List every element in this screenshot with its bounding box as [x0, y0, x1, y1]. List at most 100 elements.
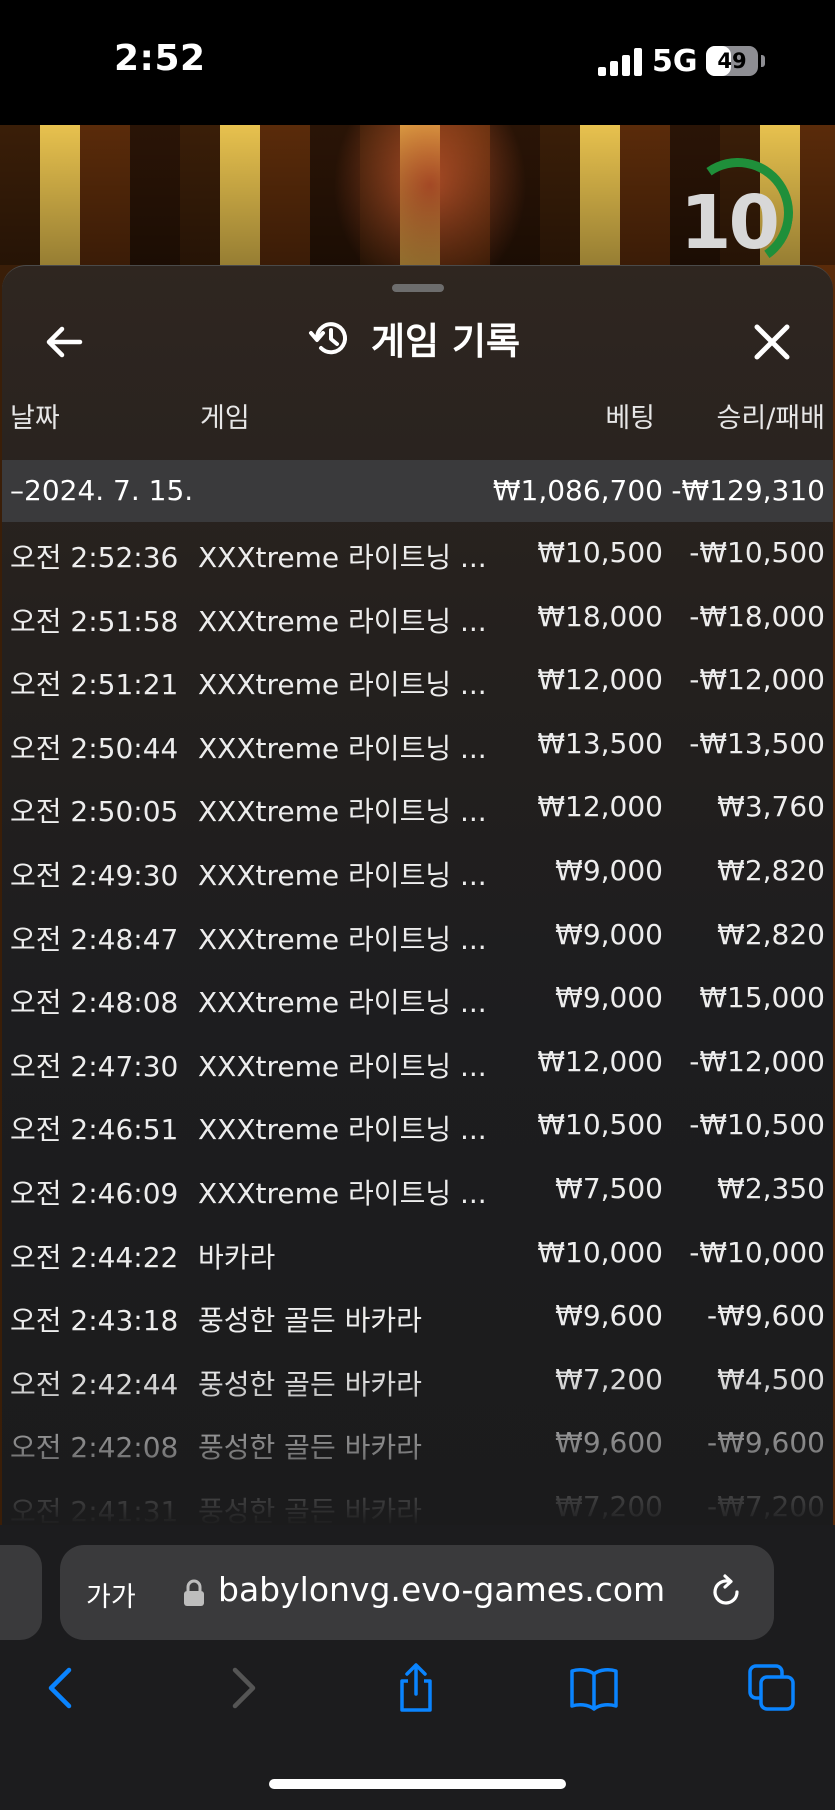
summary-date: –2024. 7. 15. [10, 474, 194, 507]
row-time: 오전 2:50:44 [10, 731, 179, 765]
row-result: ₩4,500 [717, 1362, 825, 1396]
row-bet: ₩9,000 [555, 917, 663, 951]
row-game: 풍성한 골든 바카라 [198, 1304, 422, 1338]
panel-title: 게임 기록 [371, 320, 521, 363]
row-result: -₩10,000 [689, 1235, 825, 1269]
row-result: ₩3,760 [717, 790, 825, 824]
table-header: 날짜 게임 베팅 승리/패배 [2, 396, 833, 446]
battery-tip [761, 55, 765, 67]
row-game: XXXtreme 라이트닝 ... [198, 922, 487, 956]
history-list[interactable]: 오전 2:52:36 XXXtreme 라이트닝 ... ₩10,500 -₩10,5… [2, 522, 833, 1526]
row-bet: ₩13,500 [537, 726, 663, 760]
summary-total-result: -₩129,310 [671, 474, 825, 507]
row-bet: ₩12,000 [537, 663, 663, 697]
tabs-icon[interactable] [746, 1662, 798, 1714]
row-game: XXXtreme 라이트닝 ... [198, 604, 487, 638]
battery-icon: 49 [706, 46, 758, 76]
table-row[interactable]: 오전 2:47:30 XXXtreme 라이트닝 ... ₩12,000 -₩12,0… [2, 1031, 833, 1095]
table-row[interactable]: 오전 2:43:18 풍성한 골든 바카라 ₩9,600 -₩9,600 [2, 1285, 833, 1349]
row-game: XXXtreme 라이트닝 ... [198, 731, 487, 765]
close-button[interactable] [746, 316, 798, 368]
reload-icon[interactable] [706, 1572, 746, 1612]
previous-tab-preview[interactable] [0, 1545, 42, 1640]
row-result: -₩18,000 [689, 599, 825, 633]
history-icon [309, 322, 347, 355]
table-row[interactable]: 오전 2:49:30 XXXtreme 라이트닝 ... ₩9,000 ₩2,820 [2, 840, 833, 904]
back-button[interactable] [38, 316, 90, 368]
battery-percent: 49 [717, 49, 747, 73]
table-row[interactable]: 오전 2:48:47 XXXtreme 라이트닝 ... ₩9,000 ₩2,820 [2, 904, 833, 968]
row-game: 풍성한 골든 바카라 [198, 1367, 422, 1401]
row-bet: ₩9,000 [555, 854, 663, 887]
row-bet: ₩10,000 [537, 1235, 663, 1269]
table-row[interactable]: 오전 2:41:31 풍성한 골든 바카라 ₩7,200 -₩7,200 [2, 1476, 833, 1526]
table-row[interactable]: 오전 2:51:21 XXXtreme 라이트닝 ... ₩12,000 -₩12,0… [2, 649, 833, 713]
reader-options-button[interactable]: 가가 [86, 1575, 136, 1614]
row-game: XXXtreme 라이트닝 ... [198, 668, 487, 702]
row-game: XXXtreme 라이트닝 ... [198, 859, 487, 892]
row-time: 오전 2:47:30 [10, 1049, 179, 1083]
table-row[interactable]: 오전 2:42:44 풍성한 골든 바카라 ₩7,200 ₩4,500 [2, 1349, 833, 1413]
address-bar[interactable]: 가가 babylonvg.evo-games.com [60, 1545, 774, 1640]
column-game: 게임 [200, 403, 250, 434]
lock-icon [184, 1579, 204, 1606]
row-time: 오전 2:51:58 [10, 604, 179, 638]
book-icon[interactable] [568, 1662, 620, 1714]
row-game: 풍성한 골든 바카라 [198, 1495, 422, 1526]
cellular-signal-icon [598, 48, 642, 76]
table-row[interactable]: 오전 2:46:51 XXXtreme 라이트닝 ... ₩10,500 -₩10,5… [2, 1094, 833, 1158]
panel-header: 게임 기록 [307, 308, 520, 368]
row-result: ₩15,000 [699, 981, 825, 1015]
chevron-right-icon[interactable] [216, 1662, 268, 1714]
table-row[interactable]: 오전 2:48:08 XXXtreme 라이트닝 ... ₩9,000 ₩15,000 [2, 967, 833, 1031]
url-text[interactable]: babylonvg.evo-games.com [218, 1570, 665, 1609]
row-result: -₩12,000 [689, 1044, 825, 1078]
row-bet: ₩7,200 [555, 1362, 663, 1396]
column-date: 날짜 [10, 403, 60, 434]
row-game: 바카라 [198, 1240, 276, 1274]
game-history-panel: 게임 기록 날짜 게임 베팅 승리/패배 –2024. 7. 15. ₩1,08… [2, 265, 833, 1526]
row-bet: ₩12,000 [537, 1044, 663, 1078]
close-icon [754, 324, 790, 360]
row-bet: ₩9,000 [555, 981, 663, 1015]
row-result: -₩10,500 [689, 536, 825, 569]
home-indicator [269, 1779, 566, 1789]
row-game: XXXtreme 라이트닝 ... [198, 1177, 487, 1210]
row-time: 오전 2:51:21 [10, 668, 179, 702]
status-bar: 2:52 5G 49 [0, 0, 835, 125]
table-row[interactable]: 오전 2:50:05 XXXtreme 라이트닝 ... ₩12,000 ₩3,760 [2, 776, 833, 840]
column-result: 승리/패배 [716, 403, 825, 434]
row-game: XXXtreme 라이트닝 ... [198, 1049, 487, 1083]
table-row[interactable]: 오전 2:50:44 XXXtreme 라이트닝 ... ₩13,500 -₩13,5… [2, 713, 833, 777]
row-result: -₩12,000 [689, 663, 825, 697]
summary-total-bet: ₩1,086,700 [492, 474, 663, 507]
row-game: XXXtreme 라이트닝 ... [198, 986, 487, 1020]
table-row[interactable]: 오전 2:51:58 XXXtreme 라이트닝 ... ₩18,000 -₩18,0… [2, 586, 833, 650]
arrow-left-icon [46, 326, 83, 358]
row-bet: ₩10,500 [537, 1108, 663, 1142]
table-row[interactable]: 오전 2:52:36 XXXtreme 라이트닝 ... ₩10,500 -₩10,5… [2, 522, 833, 586]
date-summary-row[interactable]: –2024. 7. 15. ₩1,086,700 -₩129,310 [2, 460, 833, 522]
row-time: 오전 2:50:05 [10, 795, 179, 829]
row-time: 오전 2:48:47 [10, 922, 179, 956]
table-row[interactable]: 오전 2:46:09 XXXtreme 라이트닝 ... ₩7,500 ₩2,350 [2, 1158, 833, 1222]
row-time: 오전 2:42:08 [10, 1431, 179, 1465]
column-bet: 베팅 [605, 403, 655, 434]
row-game: XXXtreme 라이트닝 ... [198, 795, 487, 829]
row-result: ₩2,350 [717, 1172, 825, 1205]
row-time: 오전 2:46:51 [10, 1113, 179, 1147]
table-row[interactable]: 오전 2:44:22 바카라 ₩10,000 -₩10,000 [2, 1222, 833, 1286]
share-icon[interactable] [390, 1662, 442, 1714]
drag-handle[interactable] [392, 284, 444, 292]
row-result: -₩7,200 [707, 1490, 825, 1523]
chevron-left-icon[interactable] [36, 1662, 88, 1714]
status-time: 2:52 [114, 38, 206, 79]
row-time: 오전 2:48:08 [10, 986, 179, 1020]
row-bet: ₩9,600 [555, 1299, 663, 1333]
row-bet: ₩18,000 [537, 599, 663, 633]
row-result: -₩13,500 [689, 726, 825, 760]
browser-toolbar [0, 1650, 835, 1730]
table-row[interactable]: 오전 2:42:08 풍성한 골든 바카라 ₩9,600 -₩9,600 [2, 1412, 833, 1476]
round-timer: 10 [680, 180, 780, 266]
row-result: -₩10,500 [689, 1108, 825, 1142]
